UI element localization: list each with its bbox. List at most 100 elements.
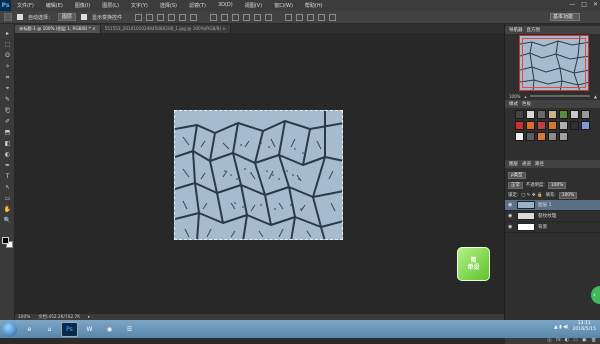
workspace-dropdown[interactable]: 基本功能: [550, 13, 580, 21]
style-swatch[interactable]: [537, 121, 546, 130]
ie-icon[interactable]: e: [21, 322, 38, 337]
status-menu-arrow-icon[interactable]: ▸: [88, 315, 90, 320]
fill-field[interactable]: 100%: [558, 191, 578, 199]
quick-select-tool-icon[interactable]: ✧: [3, 63, 12, 70]
style-swatch[interactable]: [548, 110, 557, 119]
zoom-in-icon[interactable]: ▲: [594, 94, 597, 99]
type-tool-icon[interactable]: ▭: [3, 195, 12, 202]
style-swatch[interactable]: [548, 132, 557, 141]
tab-layers[interactable]: 图层: [509, 161, 518, 167]
explorer-icon[interactable]: ⌂: [41, 322, 58, 337]
align-right-icon[interactable]: [190, 13, 198, 21]
lasso-tool-icon[interactable]: ʘ: [3, 52, 12, 59]
maximize-button[interactable]: □: [581, 1, 587, 8]
style-swatch[interactable]: [559, 110, 568, 119]
tab-close-icon[interactable]: ×: [222, 26, 226, 31]
align-bottom-icon[interactable]: [157, 13, 165, 21]
align-top-icon[interactable]: [135, 13, 143, 21]
move-tool-icon[interactable]: [4, 13, 12, 21]
marquee-tool-icon[interactable]: ⬚: [3, 41, 12, 48]
canvas-area[interactable]: [15, 33, 504, 314]
start-button[interactable]: [2, 321, 17, 337]
style-swatch[interactable]: [526, 132, 535, 141]
move-tool-icon[interactable]: ▸: [3, 30, 12, 37]
distribute-top-icon[interactable]: [210, 13, 218, 21]
lock-icons[interactable]: ▢ ✎ ✥ 🔒: [521, 193, 542, 198]
style-swatch[interactable]: [581, 121, 590, 130]
auto-select-checkbox[interactable]: [17, 14, 23, 20]
crop-tool-icon[interactable]: ⌗: [3, 74, 12, 81]
document-tab-active[interactable]: 未标题-1 @ 100% (图层 1, RGB/8) * ×: [15, 25, 101, 33]
distribute-bottom-icon[interactable]: [232, 13, 240, 21]
style-swatch[interactable]: [537, 110, 546, 119]
3d-rotate-icon[interactable]: [285, 13, 293, 21]
menu-item[interactable]: 视图(V): [239, 2, 268, 9]
style-swatch[interactable]: [526, 110, 535, 119]
brush-tool-icon[interactable]: ⎗: [3, 107, 12, 114]
navigator-thumbnail[interactable]: [519, 35, 589, 91]
visibility-eye-icon[interactable]: ◉: [508, 224, 514, 230]
style-swatch[interactable]: [570, 121, 579, 130]
layer-row[interactable]: ◉ 裂纹纹理: [505, 211, 600, 222]
visibility-eye-icon[interactable]: ◉: [508, 213, 514, 219]
tab-swatches[interactable]: 色板: [522, 101, 531, 107]
align-left-icon[interactable]: [168, 13, 176, 21]
zoom-out-icon[interactable]: ▴: [524, 94, 526, 99]
tab-close-icon[interactable]: ×: [92, 26, 96, 31]
menu-item[interactable]: 帮助(H): [299, 2, 329, 9]
opacity-field[interactable]: 100%: [547, 181, 567, 189]
navigator-view-frame[interactable]: [522, 38, 586, 88]
menu-item[interactable]: 3D(D): [212, 2, 239, 9]
menu-item[interactable]: 窗口(W): [268, 2, 299, 9]
tab-channels[interactable]: 通道: [522, 161, 531, 167]
align-vcenter-icon[interactable]: [146, 13, 154, 21]
tab-styles[interactable]: 样式: [509, 101, 518, 107]
document-tab[interactable]: 551553_2014101024945084200_1.jpg @ 100%(…: [100, 25, 231, 33]
visibility-eye-icon[interactable]: ◉: [508, 202, 514, 208]
app-icon[interactable]: ☰: [121, 322, 138, 337]
tab-histogram[interactable]: 直方图: [527, 27, 541, 33]
style-swatch[interactable]: [581, 110, 590, 119]
minimize-button[interactable]: —: [569, 1, 575, 8]
pen-tool-icon[interactable]: ↖: [3, 184, 12, 191]
auto-select-dropdown[interactable]: 图层: [58, 13, 77, 21]
style-swatch[interactable]: [515, 132, 524, 141]
align-hcenter-icon[interactable]: [179, 13, 187, 21]
menu-item[interactable]: 图层(L): [96, 2, 125, 9]
shape-tool-icon[interactable]: 🔍: [3, 217, 12, 224]
menu-item[interactable]: 文件(F): [11, 2, 40, 9]
healing-tool-icon[interactable]: ✎: [3, 96, 12, 103]
distribute-right-icon[interactable]: [265, 13, 273, 21]
tray-icons[interactable]: ▲ ▮ ◀): [554, 325, 568, 330]
menu-item[interactable]: 文字(Y): [125, 2, 154, 9]
style-swatch[interactable]: [515, 110, 524, 119]
layer-row[interactable]: ◉ 图层 1: [505, 200, 600, 211]
history-brush-tool-icon[interactable]: ⬒: [3, 129, 12, 136]
distribute-vcenter-icon[interactable]: [221, 13, 229, 21]
menu-item[interactable]: 编辑(E): [40, 2, 69, 9]
3d-roll-icon[interactable]: [296, 13, 304, 21]
blur-tool-icon[interactable]: ✒: [3, 162, 12, 169]
path-select-tool-icon[interactable]: ✋: [3, 206, 12, 213]
tab-paths[interactable]: 路径: [535, 161, 544, 167]
style-swatch[interactable]: [515, 121, 524, 130]
clone-tool-icon[interactable]: ✐: [3, 118, 12, 125]
document-canvas-image[interactable]: [174, 110, 343, 240]
word-icon[interactable]: W: [81, 322, 98, 337]
distribute-left-icon[interactable]: [243, 13, 251, 21]
style-swatch[interactable]: [559, 132, 568, 141]
menu-item[interactable]: 选择(S): [154, 2, 183, 9]
3d-slide-icon[interactable]: [318, 13, 326, 21]
menu-item[interactable]: 滤镜(T): [183, 2, 212, 9]
3d-pan-icon[interactable]: [307, 13, 315, 21]
dodge-tool-icon[interactable]: T: [3, 173, 12, 180]
foreground-color-swatch[interactable]: [2, 237, 9, 244]
layer-row[interactable]: ◉ 背景: [505, 222, 600, 233]
photoshop-taskbar-icon[interactable]: Ps: [61, 321, 78, 337]
3d-scale-icon[interactable]: [329, 13, 337, 21]
eyedropper-tool-icon[interactable]: ⌖: [3, 85, 12, 92]
distribute-hcenter-icon[interactable]: [254, 13, 262, 21]
close-button[interactable]: ✕: [593, 1, 598, 8]
navigator-zoom-value[interactable]: 100%: [509, 94, 520, 99]
zoom-slider[interactable]: [530, 95, 590, 97]
